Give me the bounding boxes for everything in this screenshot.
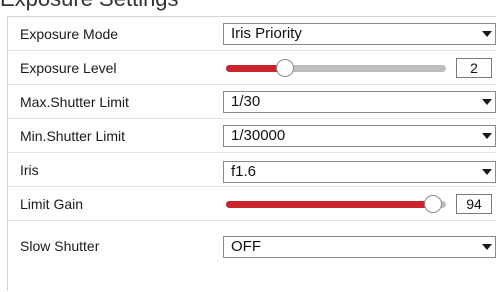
chevron-down-icon[interactable] — [477, 162, 495, 182]
exposure-mode-select[interactable]: Iris Priority — [223, 23, 496, 45]
exposure-mode-label: Exposure Mode — [20, 26, 119, 42]
limit-gain-input[interactable]: 94 — [456, 194, 492, 214]
max-shutter-limit-value: 1/30 — [231, 93, 261, 110]
limit-gain-label: Limit Gain — [20, 196, 84, 212]
exposure-level-slider-thumb[interactable] — [276, 59, 295, 77]
section-title: Exposure Settings — [0, 0, 179, 12]
iris-label: Iris — [20, 162, 39, 178]
row-limit-gain: Limit Gain 94 — [8, 187, 496, 221]
exposure-level-input[interactable]: 2 — [456, 58, 492, 78]
chevron-down-icon[interactable] — [477, 237, 495, 257]
slow-shutter-select[interactable]: OFF — [223, 236, 496, 258]
chevron-down-icon[interactable] — [477, 126, 495, 146]
slow-shutter-value: OFF — [231, 238, 261, 255]
row-min-shutter-limit: Min.Shutter Limit 1/30000 — [8, 119, 496, 153]
exposure-mode-value: Iris Priority — [231, 25, 302, 42]
row-exposure-level: Exposure Level 2 — [8, 51, 496, 85]
min-shutter-limit-value: 1/30000 — [231, 127, 286, 144]
limit-gain-slider-fill — [226, 201, 433, 208]
row-max-shutter-limit: Max.Shutter Limit 1/30 — [8, 85, 496, 119]
row-iris: Iris f1.6 — [8, 153, 496, 187]
exposure-settings-panel: Exposure Mode Iris Priority Exposure Lev… — [7, 16, 496, 291]
min-shutter-limit-select[interactable]: 1/30000 — [223, 125, 496, 147]
iris-value: f1.6 — [231, 163, 257, 180]
slow-shutter-label: Slow Shutter — [20, 238, 100, 254]
limit-gain-slider-thumb[interactable] — [423, 195, 442, 213]
max-shutter-limit-label: Max.Shutter Limit — [20, 94, 129, 110]
max-shutter-limit-select[interactable]: 1/30 — [223, 91, 496, 113]
chevron-down-icon[interactable] — [477, 92, 495, 112]
row-slow-shutter: Slow Shutter OFF — [8, 221, 496, 292]
min-shutter-limit-label: Min.Shutter Limit — [20, 128, 126, 144]
chevron-down-icon[interactable] — [477, 24, 495, 44]
row-exposure-mode: Exposure Mode Iris Priority — [8, 17, 496, 51]
iris-select[interactable]: f1.6 — [223, 161, 496, 183]
exposure-level-label: Exposure Level — [20, 60, 117, 76]
